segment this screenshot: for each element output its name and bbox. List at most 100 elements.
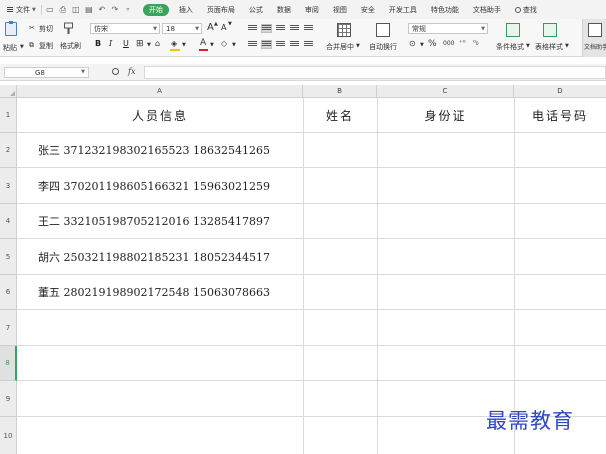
wrap-text-icon[interactable] [376, 23, 390, 37]
underline-button[interactable]: U [123, 39, 129, 48]
select-all-corner[interactable] [0, 85, 17, 98]
format-painter-button[interactable]: 格式刷 [60, 41, 81, 51]
conditional-format-icon[interactable] [506, 23, 520, 37]
paste-button[interactable]: 粘贴 [3, 43, 17, 53]
row-header-6[interactable]: 6 [0, 275, 17, 310]
chevron-down-icon[interactable]: ▼ [182, 42, 186, 48]
align-top-icon[interactable] [248, 25, 257, 32]
column-header-a[interactable]: A [17, 85, 303, 98]
cell-a4[interactable]: 王二 332105198705212016 13285417897 [38, 204, 270, 238]
column-header-c[interactable]: C [377, 85, 514, 98]
currency-icon[interactable]: ⊙ [409, 39, 416, 48]
tab-special-features[interactable]: 特色功能 [431, 5, 459, 15]
row-header-2[interactable]: 2 [0, 133, 17, 168]
chevron-down-icon[interactable]: ▼ [565, 43, 569, 49]
doc-assistant-button[interactable]: 文档助手 [584, 42, 606, 51]
wrap-text-button[interactable]: 自动换行 [369, 42, 397, 52]
table-style-button[interactable]: 表格样式 [535, 42, 563, 52]
tab-data[interactable]: 数据 [277, 5, 291, 15]
paste-icon[interactable] [5, 21, 17, 36]
print-icon[interactable]: ⎙ [58, 5, 68, 15]
row-header-10[interactable]: 10 [0, 417, 17, 454]
indent-icon[interactable] [304, 25, 313, 32]
table-style-icon[interactable] [543, 23, 557, 37]
decrease-decimal-icon[interactable]: ⁰₀ [473, 39, 479, 47]
align-middle-icon[interactable] [261, 24, 272, 33]
percent-button[interactable]: % [428, 39, 437, 49]
align-left-icon[interactable] [248, 41, 257, 48]
row-header-7[interactable]: 7 [0, 310, 17, 346]
thousands-separator-button[interactable]: 000 [443, 40, 454, 47]
file-menu[interactable]: 文件 [16, 5, 30, 15]
chevron-down-icon[interactable]: ▼ [210, 42, 214, 48]
distributed-icon[interactable] [304, 41, 313, 48]
tab-page-layout[interactable]: 页面布局 [207, 5, 235, 15]
font-size-select[interactable]: 18 ▼ [162, 23, 202, 34]
tab-security[interactable]: 安全 [361, 5, 375, 15]
undo-icon[interactable]: ↶ [97, 5, 107, 15]
redo-icon[interactable]: ↷ [110, 5, 120, 15]
cut-button[interactable]: 剪切 [39, 24, 53, 34]
clear-format-icon[interactable]: ◇ [221, 39, 227, 48]
formula-input[interactable] [144, 66, 606, 79]
tab-home[interactable]: 开始 [142, 3, 169, 16]
copy-button[interactable]: 复制 [39, 41, 53, 51]
tab-insert[interactable]: 插入 [179, 5, 193, 15]
align-bottom-icon[interactable] [276, 25, 285, 32]
save-icon[interactable]: ▭ [45, 5, 55, 15]
tab-developer[interactable]: 开发工具 [389, 5, 417, 15]
row-header-9[interactable]: 9 [0, 381, 17, 417]
cell-c1[interactable]: 身份证 [377, 98, 514, 132]
row-header-1[interactable]: 1 [0, 98, 17, 133]
more-icon[interactable]: ▿ [123, 5, 133, 15]
tab-formulas[interactable]: 公式 [249, 5, 263, 15]
tab-review[interactable]: 审阅 [305, 5, 319, 15]
menu-icon[interactable] [7, 7, 13, 12]
column-header-d[interactable]: D [514, 85, 606, 98]
justify-icon[interactable] [290, 41, 299, 48]
search-button[interactable]: 查找 [514, 5, 537, 15]
chevron-down-icon[interactable]: ▼ [147, 42, 151, 48]
cell-b1[interactable]: 姓名 [303, 98, 377, 132]
doc-assistant-panel[interactable]: 文档助手 [582, 19, 606, 57]
cell-a5[interactable]: 胡六 250321198802185231 18052344517 [38, 239, 270, 274]
decrease-font-button[interactable]: A [221, 23, 226, 32]
number-format-select[interactable]: 常规 ▼ [408, 23, 488, 34]
increase-font-button[interactable]: A [207, 22, 214, 33]
cell-a2[interactable]: 张三 371232198302165523 18632541265 [38, 133, 270, 167]
chevron-down-icon[interactable]: ▼ [32, 7, 36, 13]
align-center-icon[interactable] [261, 40, 272, 49]
tab-view[interactable]: 视图 [333, 5, 347, 15]
shape-icon[interactable]: ⌂ [155, 39, 160, 48]
chevron-down-icon[interactable]: ▼ [420, 42, 424, 48]
row-header-8[interactable]: 8 [0, 346, 17, 381]
row-header-4[interactable]: 4 [0, 204, 17, 239]
zoom-icon[interactable] [112, 68, 119, 75]
row-header-3[interactable]: 3 [0, 168, 17, 204]
italic-button[interactable]: I [109, 39, 112, 48]
chevron-down-icon[interactable]: ▼ [526, 43, 530, 49]
merge-center-button[interactable]: 合并居中 [326, 42, 354, 52]
cell-a1[interactable]: 人员信息 [17, 98, 303, 132]
chevron-down-icon[interactable]: ▼ [20, 44, 24, 50]
fill-color-icon[interactable]: ◈ [171, 39, 177, 48]
name-box[interactable]: G8 ▼ [4, 67, 89, 78]
cell-a6[interactable]: 董五 280219198902172548 15063078663 [38, 275, 270, 309]
tab-doc-assistant[interactable]: 文档助手 [473, 5, 501, 15]
row-header-5[interactable]: 5 [0, 239, 17, 275]
font-color-button[interactable]: A [200, 38, 206, 48]
align-right-icon[interactable] [276, 41, 285, 48]
chevron-down-icon[interactable]: ▼ [232, 42, 236, 48]
print-preview-icon[interactable]: ◫ [71, 5, 81, 15]
bold-button[interactable]: B [95, 39, 101, 48]
orientation-icon[interactable] [290, 25, 299, 32]
borders-icon[interactable]: ⊞ [136, 39, 144, 49]
merge-center-icon[interactable] [337, 23, 351, 37]
column-header-b[interactable]: B [303, 85, 377, 98]
format-painter-icon[interactable] [63, 22, 74, 35]
cell-d1[interactable]: 电话号码 [514, 98, 606, 132]
font-name-select[interactable]: 仿宋 ▼ [90, 23, 160, 34]
increase-decimal-icon[interactable]: ⁺⁰ [459, 39, 466, 47]
cell-a3[interactable]: 李四 370201198605166321 15963021259 [38, 168, 270, 203]
function-icon[interactable]: fx [128, 67, 135, 76]
